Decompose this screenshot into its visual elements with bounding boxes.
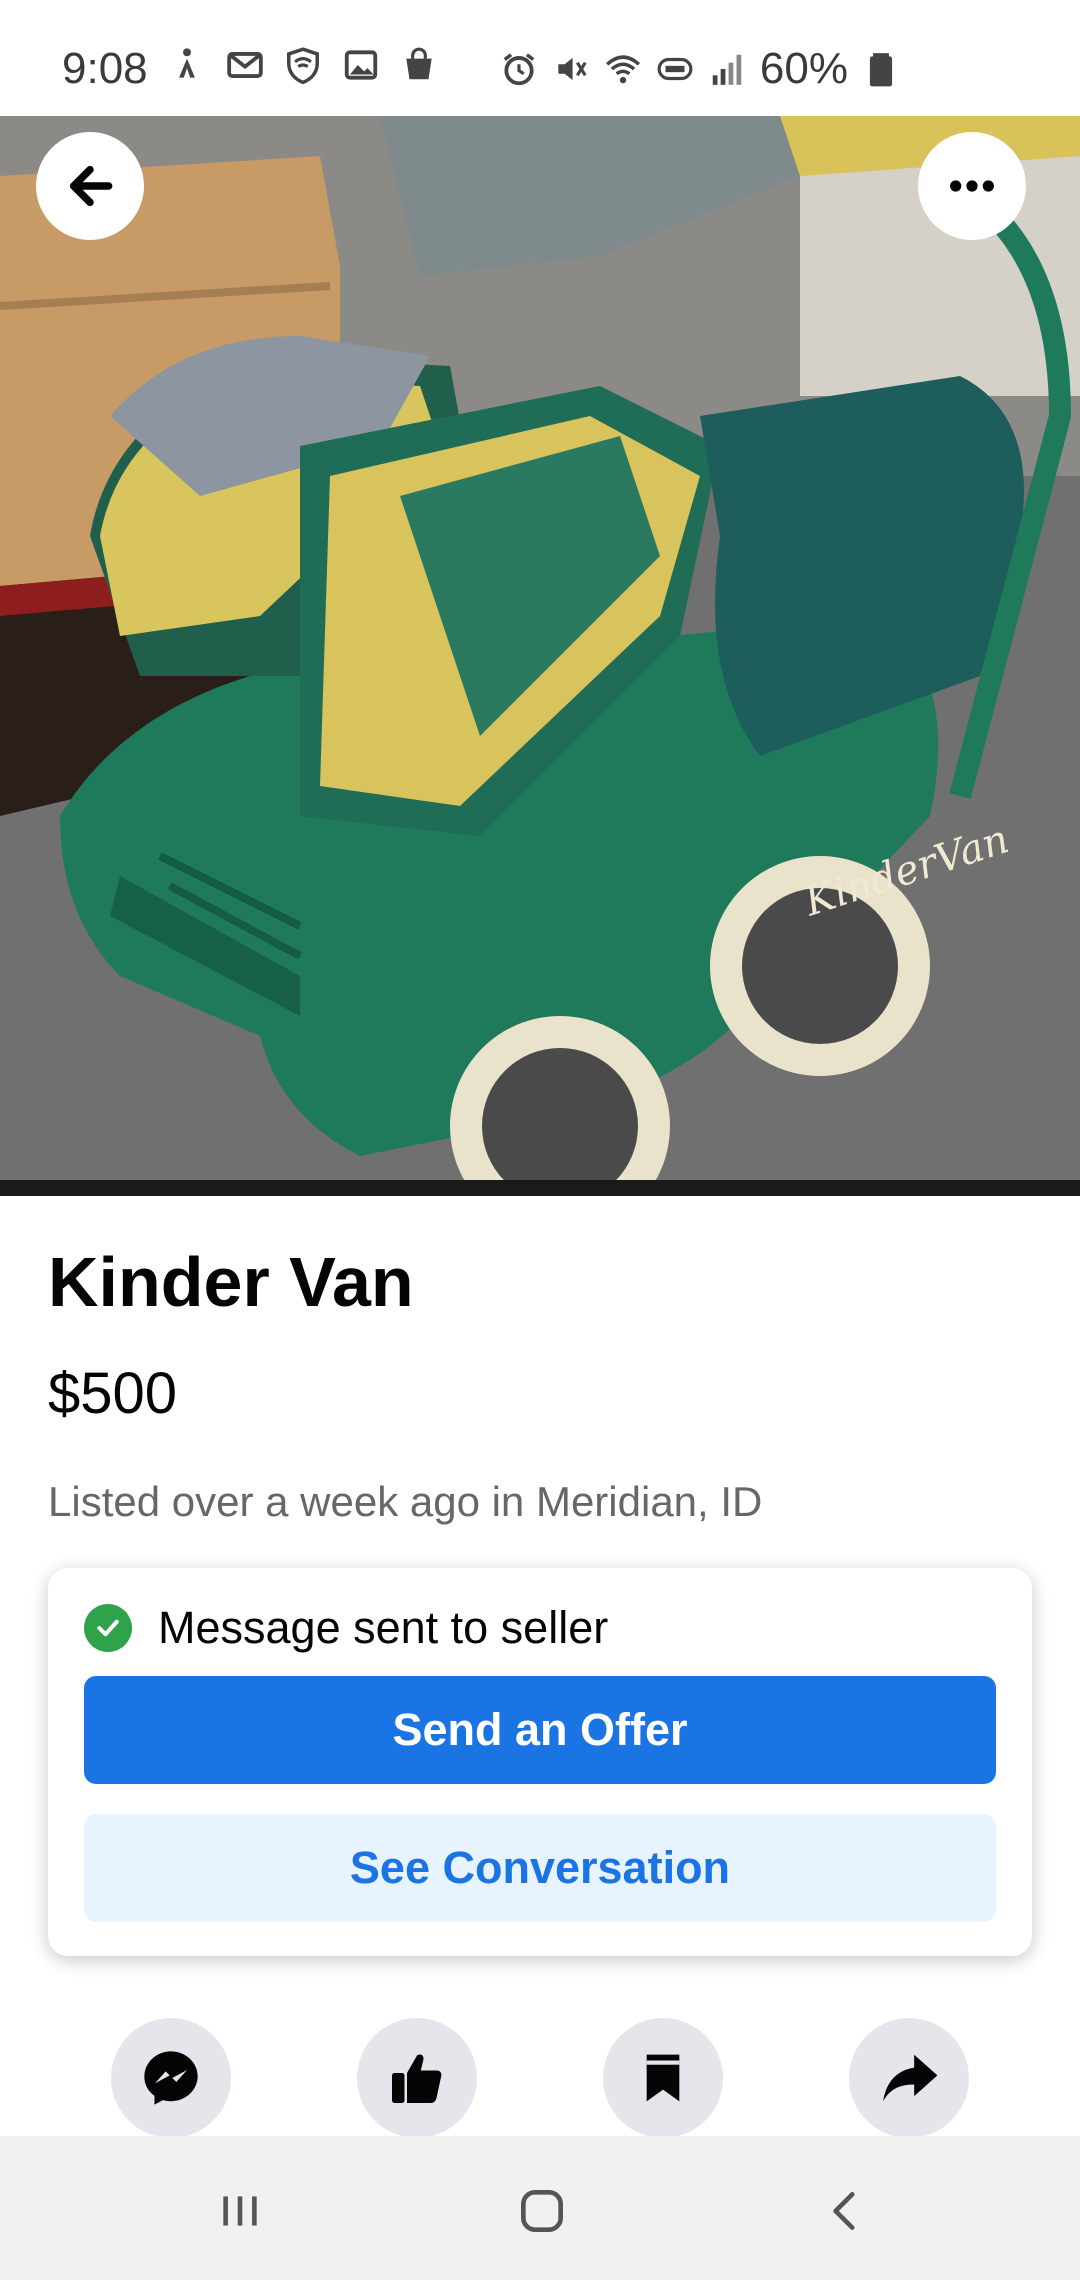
more-options-button[interactable] — [918, 132, 1026, 240]
see-conversation-button[interactable]: See Conversation — [84, 1814, 996, 1922]
wifi-icon — [604, 50, 642, 88]
signal-icon — [708, 50, 746, 88]
bookmark-icon — [646, 2054, 680, 2102]
mute-icon — [552, 50, 590, 88]
battery-icon — [862, 50, 900, 88]
android-nav-bar — [0, 2136, 1080, 2280]
accessibility-icon — [168, 46, 206, 84]
messenger-button[interactable] — [111, 2018, 231, 2138]
shield-wifi-icon — [284, 46, 322, 84]
share-button[interactable] — [849, 2018, 969, 2138]
battery-percentage: 60% — [759, 44, 848, 93]
recent-apps-button[interactable] — [200, 2176, 280, 2246]
alarm-icon — [500, 50, 538, 88]
arrow-left-icon — [69, 165, 113, 207]
recent-apps-icon — [223, 2196, 257, 2226]
status-time: 9:08 — [62, 44, 148, 93]
gmail-icon — [226, 46, 264, 84]
thumbs-up-icon — [392, 2054, 442, 2103]
home-button[interactable] — [502, 2176, 582, 2246]
more-dots-icon — [950, 180, 994, 192]
status-bar: 9:08 60% — [0, 0, 1080, 116]
home-square-icon — [521, 2190, 563, 2232]
listing-meta: Listed over a week ago in Meridian, ID — [48, 1478, 763, 1525]
volte-icon — [656, 50, 694, 88]
listing-price: $500 — [48, 1361, 178, 1426]
notification-icons — [168, 46, 438, 84]
send-offer-button[interactable]: Send an Offer — [84, 1676, 996, 1784]
seller-card: Message sent to seller Send an Offer See… — [48, 1568, 1032, 1956]
listing-title: Kinder Van — [48, 1243, 414, 1321]
listing-photo[interactable]: KinderVan — [0, 116, 1080, 1196]
message-status-text: Message sent to seller — [158, 1602, 609, 1653]
like-button[interactable] — [357, 2018, 477, 2138]
action-row — [0, 2018, 1080, 2138]
kinder-van-photo: KinderVan — [0, 116, 1080, 1196]
system-icons: 60% — [500, 44, 900, 94]
share-arrow-icon — [883, 2054, 938, 2102]
shopping-bag-icon — [400, 46, 438, 84]
gallery-icon — [342, 46, 380, 84]
back-button[interactable] — [36, 132, 144, 240]
save-button[interactable] — [603, 2018, 723, 2138]
message-status-row: Message sent to seller — [84, 1602, 608, 1654]
back-nav-button[interactable] — [806, 2176, 886, 2246]
check-circle-icon — [84, 1604, 132, 1652]
messenger-icon — [144, 2051, 198, 2105]
chevron-left-icon — [833, 2192, 855, 2230]
photo-divider — [0, 1180, 1080, 1196]
